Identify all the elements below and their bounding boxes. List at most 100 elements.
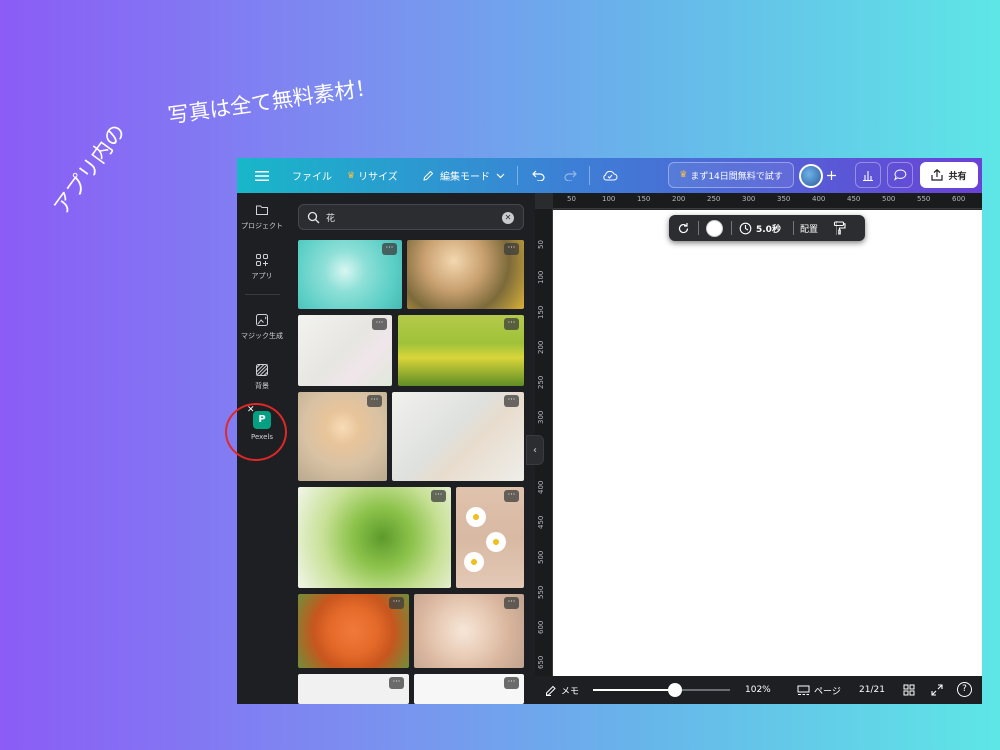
share-button[interactable]: 共有 (920, 162, 978, 188)
more-options-icon[interactable]: ··· (504, 677, 519, 689)
redo-icon (564, 170, 577, 181)
zoom-slider[interactable] (593, 683, 730, 697)
page-count: 21/21 (859, 685, 885, 695)
add-collaborator-button[interactable] (826, 158, 837, 193)
divider (836, 221, 837, 235)
ruler-tick-label: 450 (847, 195, 861, 203)
top-toolbar: ファイル ♛ リサイズ 編集モード ♛ まず14日間無料で試す 共有 (237, 158, 982, 193)
caption-part-2: 写真は全て無料素材！ (166, 75, 378, 129)
photo-thumbnail[interactable]: ··· (298, 594, 409, 668)
sidebar-item-magic-generate[interactable]: マジック生成 (237, 313, 287, 341)
background-icon (256, 364, 268, 376)
cloud-check-icon (603, 170, 618, 181)
photo-thumbnail[interactable]: ··· (398, 315, 524, 386)
help-button[interactable]: ? (957, 682, 972, 697)
photo-thumbnail[interactable]: ··· (298, 487, 451, 588)
plus-icon (827, 171, 836, 180)
photo-thumbnail[interactable]: ··· (414, 594, 524, 668)
more-options-icon[interactable]: ··· (431, 490, 446, 502)
color-swatch[interactable] (706, 219, 723, 237)
design-page[interactable] (553, 210, 982, 676)
daisy-decoration (464, 552, 484, 572)
divider (731, 221, 732, 235)
more-options-icon[interactable]: ··· (389, 677, 404, 689)
pages-button[interactable]: ページ (797, 684, 841, 697)
zoom-level[interactable]: 102% (745, 685, 771, 695)
daisy-decoration (486, 532, 506, 552)
duration-button[interactable]: 5.0秒 (756, 222, 781, 235)
resize-label: リサイズ (358, 172, 398, 183)
clear-search-icon[interactable]: ✕ (502, 212, 514, 224)
redo-button[interactable] (564, 158, 577, 193)
ruler-tick-label: 600 (537, 620, 545, 634)
photo-thumbnail[interactable]: ··· (392, 392, 524, 481)
folder-icon (256, 205, 268, 215)
more-options-icon[interactable]: ··· (382, 243, 397, 255)
search-input[interactable]: 花 ✕ (298, 204, 524, 230)
ruler-tick-label: 300 (742, 195, 756, 203)
app-window: ファイル ♛ リサイズ 編集モード ♛ まず14日間無料で試す 共有 プロジェク… (237, 158, 982, 704)
sidebar-item-background[interactable]: 背景 (237, 363, 287, 391)
share-upload-icon (931, 169, 944, 181)
comment-icon (893, 169, 906, 181)
sidebar-item-label: 背景 (255, 382, 269, 390)
fullscreen-icon[interactable] (931, 684, 943, 696)
collapse-panel-button[interactable]: ‹ (526, 435, 544, 465)
divider (589, 166, 590, 185)
photo-thumbnail[interactable]: ··· (298, 240, 402, 309)
undo-icon (532, 170, 545, 181)
ruler-tick-label: 400 (812, 195, 826, 203)
sidebar-item-projects[interactable]: プロジェクト (237, 203, 287, 231)
free-trial-button[interactable]: ♛ まず14日間無料で試す (668, 162, 794, 188)
zoom-slider-thumb[interactable] (668, 683, 683, 697)
divider (698, 221, 699, 235)
photo-thumbnail[interactable]: ··· (298, 674, 409, 704)
share-label: 共有 (948, 171, 967, 182)
avatar[interactable] (799, 158, 823, 193)
paint-roller-icon[interactable] (833, 221, 846, 235)
ruler-tick-label: 100 (602, 195, 616, 203)
comments-button[interactable] (887, 162, 913, 188)
more-options-icon[interactable]: ··· (504, 318, 519, 330)
crown-icon: ♛ (679, 170, 688, 180)
divider (793, 221, 794, 235)
more-options-icon[interactable]: ··· (389, 597, 404, 609)
more-options-icon[interactable]: ··· (504, 490, 519, 502)
pencil-icon (423, 170, 434, 181)
more-options-icon[interactable]: ··· (504, 597, 519, 609)
file-menu[interactable]: ファイル (292, 158, 332, 193)
ruler-tick-label: 550 (537, 585, 545, 599)
edit-mode-label: 編集モード (440, 172, 490, 183)
sidebar-item-apps[interactable]: アプリ (237, 253, 287, 281)
cloud-save-button[interactable] (602, 158, 618, 193)
photo-thumbnail[interactable]: ··· (407, 240, 524, 309)
divider (245, 294, 280, 295)
notes-button[interactable]: メモ (545, 684, 579, 697)
ruler-tick-label: 150 (537, 305, 545, 319)
photo-thumbnail[interactable]: ··· (298, 315, 392, 386)
position-button[interactable]: 配置 (800, 222, 818, 235)
rotate-icon[interactable] (677, 222, 690, 235)
resize-button[interactable]: ♛ リサイズ (347, 158, 398, 193)
more-options-icon[interactable]: ··· (504, 243, 519, 255)
photo-thumbnail[interactable]: ··· (298, 392, 387, 481)
ruler-tick-label: 200 (672, 195, 686, 203)
sidebar-item-label: マジック生成 (241, 332, 283, 340)
ruler-tick-label: 50 (537, 240, 545, 249)
grid-view-icon[interactable] (903, 684, 915, 696)
photo-thumbnail[interactable]: ··· (414, 674, 524, 704)
more-options-icon[interactable]: ··· (367, 395, 382, 407)
hamburger-icon (255, 170, 269, 181)
more-options-icon[interactable]: ··· (504, 395, 519, 407)
edit-mode-dropdown[interactable]: 編集モード (422, 158, 505, 193)
ruler-tick-label: 650 (537, 655, 545, 669)
photo-thumbnail[interactable]: ··· (456, 487, 524, 588)
sidebar-item-label: アプリ (251, 272, 273, 280)
insights-button[interactable] (855, 162, 881, 188)
undo-button[interactable] (532, 158, 545, 193)
ruler-tick-label: 300 (537, 410, 545, 424)
menu-button[interactable] (255, 158, 269, 193)
more-options-icon[interactable]: ··· (372, 318, 387, 330)
bottom-toolbar: メモ 102% ページ 21/21 ? (535, 676, 982, 704)
ruler-tick-label: 450 (537, 515, 545, 529)
